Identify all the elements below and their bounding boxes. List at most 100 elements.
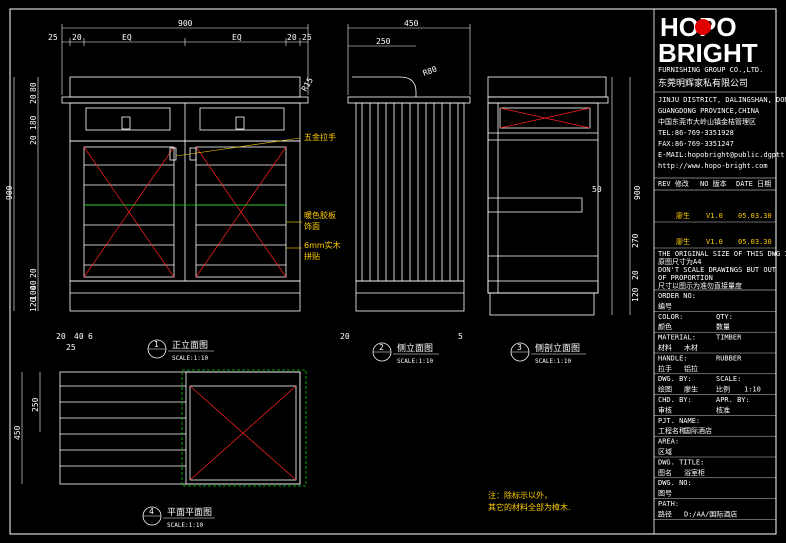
field-label: 图号 — [658, 490, 672, 498]
view-scale-2: SCALE:1:10 — [397, 358, 434, 365]
field-value: RUBBER — [716, 354, 742, 362]
dim-front-25-right: 25 — [302, 33, 312, 42]
dim-left-180: 180 — [29, 115, 38, 130]
field-value-2: 1:10 — [744, 386, 761, 394]
dim-front-25-left: 25 — [48, 33, 58, 42]
rev-cell: 05.03.30 — [738, 238, 772, 246]
field-label: DWG. TITLE: — [658, 458, 704, 466]
view-number-3: 3 — [517, 343, 522, 352]
section-elevation — [487, 76, 609, 316]
dim-bottom-6: 6 — [88, 332, 93, 341]
dim-side-bottom-20: 20 — [340, 332, 350, 341]
field-label-2: QTY: — [716, 313, 733, 321]
dim-left-120: 120 — [29, 297, 38, 312]
field-value: D:/AA/国际酒店 — [684, 509, 737, 518]
dim-plan-250: 250 — [31, 397, 40, 412]
dim-left-80: 80 — [29, 82, 38, 92]
field-label: 编号 — [658, 301, 672, 310]
view-number-4: 4 — [149, 507, 154, 516]
field-label: COLOR: — [658, 313, 683, 321]
side-elevation — [347, 76, 471, 312]
annotation-handle: 五金拉手 — [304, 132, 336, 142]
dim-right-900: 900 — [633, 185, 642, 200]
address-line: JINJU DISTRICT, DALINGSHAN, DONGGUAN — [658, 96, 786, 104]
field-label-2: APR. BY: — [716, 396, 750, 404]
field-value: 浴室柜 — [684, 468, 705, 477]
dim-side-bottom-5: 5 — [458, 332, 463, 341]
annotation-legs-1: 6mm实木 — [304, 240, 341, 250]
dim-front-width: 900 — [178, 19, 193, 28]
field-value: 木材 — [684, 343, 698, 352]
address-line: 中国东莞市大岭山镇金桔管理区 — [658, 117, 756, 126]
field-label: CHD. BY: — [658, 396, 692, 404]
dim-left-20c: 20 — [29, 268, 38, 278]
view-scale-1: SCALE:1:10 — [172, 355, 209, 362]
bottom-note-1: 注：除标示以外， — [488, 490, 552, 500]
dim-right-270: 270 — [631, 233, 640, 248]
field-value: 国际酒店 — [684, 426, 712, 435]
view-title-1: 1 正立面图 SCALE:1:10 — [147, 339, 214, 362]
dim-plan-450: 450 — [13, 425, 22, 440]
original-size-line: DON'T SCALE DRAWINGS BUT OUT — [658, 266, 777, 274]
title-fields: ORDER NO:编号 COLOR: QTY: 颜色 数量 MATERIAL: TIMBER… — [654, 292, 776, 520]
field-label: AREA: — [658, 438, 679, 446]
rev-header-cell: DATE 日期 — [736, 180, 771, 188]
field-label: 审核 — [658, 405, 672, 414]
view-title-text-2: 侧立面图 — [397, 342, 433, 354]
field-label: 材料 — [658, 343, 672, 352]
front-dimensions — [13, 24, 309, 311]
rev-header-cell: NO 版本 — [700, 179, 727, 188]
original-size-line: THE ORIGINAL SIZE OF THIS DWG IS A4 — [658, 250, 786, 258]
section-cross — [499, 107, 591, 129]
field-label: DWG. BY: — [658, 375, 692, 383]
field-label-2: 数量 — [716, 322, 730, 331]
side-dimensions — [347, 24, 471, 95]
field-label: DWG. NO: — [658, 479, 692, 487]
section-dimensions — [611, 77, 631, 315]
dim-side-width: 450 — [404, 19, 419, 28]
view-title-text-3: 侧剖立面图 — [535, 342, 580, 354]
field-value: 廖生 — [684, 385, 698, 394]
rev-cell: V1.0 — [706, 212, 723, 220]
rev-cell: 05.03.30 — [738, 212, 772, 220]
view-scale-3: SCALE:1:10 — [535, 358, 572, 365]
address-line: FAX:86-769-3351247 — [658, 140, 734, 148]
dim-bottom-20: 20 — [56, 332, 66, 341]
revision-table: REV 修改 NO 版本 DATE 日期廖生 V1.0 05.03.30 廖生 V1.0 05… — [654, 179, 776, 249]
address-line: E-MAIL:hopobright@public.dgptt.gd.cn — [658, 151, 786, 159]
cad-drawing: 900 25 20 EQ EQ 20 25 R15 20 80 180 20 9… — [5, 8, 786, 535]
annotation-veneer-1: 暖色胶板 — [304, 210, 336, 220]
dim-left-900: 900 — [5, 185, 14, 200]
front-elevation — [61, 76, 309, 312]
leader-lines — [175, 137, 302, 249]
dim-side-250: 250 — [376, 37, 391, 46]
dim-bottom-40: 40 — [74, 332, 84, 341]
view-title-text-4: 平面平面图 — [167, 507, 212, 518]
annotation-legs-2: 拼贴 — [304, 251, 320, 261]
field-label: 图名 — [658, 468, 672, 477]
field-label-2: 比例 — [716, 385, 730, 394]
field-label-2: SCALE: — [716, 375, 741, 383]
field-label: 区域 — [658, 447, 672, 456]
field-label: 工程名称 — [658, 426, 686, 435]
logo-bright: BRIGHT — [658, 38, 758, 68]
address-line: GUANGDONG PROVINCE,CHINA — [658, 107, 760, 115]
dim-front-eq-right: EQ — [232, 33, 242, 42]
dim-bottom-25: 25 — [66, 343, 76, 352]
dim-left-20b: 20 — [29, 135, 38, 145]
field-label: 颜色 — [658, 322, 672, 331]
view-title-4: 4 平面平面图 SCALE:1:10 — [142, 506, 215, 529]
field-label: ORDER NO: — [658, 292, 696, 300]
field-label: 拉手 — [658, 364, 672, 373]
field-label: PATH: — [658, 500, 679, 508]
field-label: MATERIAL: — [658, 334, 696, 342]
dim-front-20-left: 20 — [72, 33, 82, 42]
address-line: TEL:86-769-3351928 — [658, 129, 734, 137]
rev-cell: V1.0 — [706, 238, 723, 246]
logo-subtitle: FURNISHING GROUP CO.,LTD. — [658, 66, 763, 74]
original-size-line: 原图尺寸为A4 — [658, 257, 701, 266]
view-number-1: 1 — [154, 340, 159, 349]
annotation-veneer-2: 饰面 — [304, 221, 320, 231]
bottom-note-2: 其它的材料全部为樟木. — [488, 502, 571, 512]
original-size-line: OF PROPORTION — [658, 274, 713, 282]
